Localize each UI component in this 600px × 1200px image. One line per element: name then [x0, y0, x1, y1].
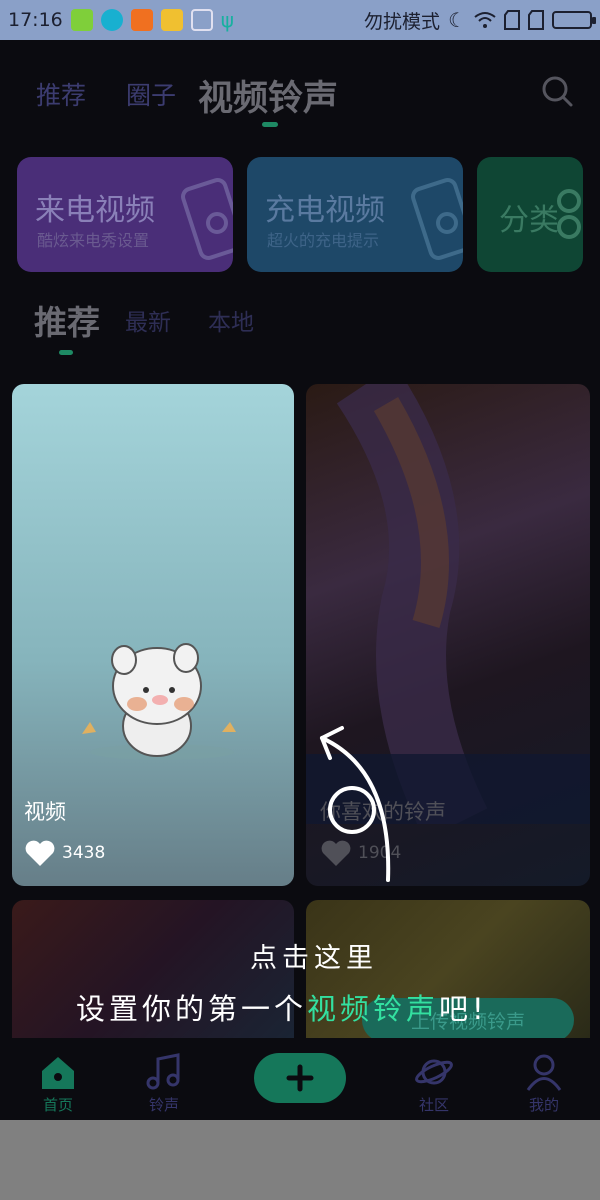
phone-film-icon	[181, 178, 233, 260]
usb-icon: ψ	[220, 8, 234, 32]
bottom-system-area	[0, 1120, 600, 1200]
tutorial-hint-line1: 点击这里	[250, 943, 378, 974]
tab-recommend[interactable]: 推荐	[36, 76, 86, 112]
bottom-nav: 首页 铃声 社区 我的	[0, 1038, 600, 1120]
subtab-latest[interactable]: 最新	[125, 303, 171, 337]
nav-community[interactable]: 社区	[394, 1038, 474, 1120]
warning-icon	[130, 9, 153, 31]
person-icon	[526, 1054, 562, 1091]
moon-icon: ☾	[448, 8, 466, 32]
dnd-mode-label: 勿扰模式	[364, 10, 441, 33]
heart-icon[interactable]	[24, 839, 56, 867]
folder-icon	[160, 9, 183, 31]
tab-active-indicator	[262, 122, 278, 127]
nav-home[interactable]: 首页	[18, 1038, 98, 1120]
category-incoming-call[interactable]: 来电视频 酷炫来电秀设置	[17, 157, 233, 272]
status-time: 17:16	[8, 9, 63, 31]
android-icon	[70, 9, 93, 31]
plus-icon	[286, 1064, 314, 1092]
broom-icon	[190, 9, 213, 31]
create-button[interactable]	[254, 1053, 346, 1103]
nav-home-label: 首页	[42, 1096, 73, 1114]
tab-video-ringtone[interactable]: 视频铃声	[198, 70, 338, 121]
hint-prefix: 设置你的第一个	[76, 992, 308, 1026]
music-note-icon	[146, 1053, 180, 1090]
search-icon[interactable]	[540, 74, 574, 108]
hint-highlight: 视频铃声	[307, 992, 440, 1026]
sim-icon	[504, 10, 520, 30]
like-count: 3438	[62, 843, 106, 863]
subtab-recommend[interactable]: 推荐	[34, 296, 100, 344]
category-title: 充电视频	[265, 193, 385, 228]
app-icon	[100, 9, 123, 31]
category-classify[interactable]: 分类	[477, 157, 583, 272]
nav-profile[interactable]: 我的	[504, 1038, 584, 1120]
nav-community-label: 社区	[418, 1096, 449, 1114]
nav-profile-label: 我的	[528, 1096, 559, 1114]
like-row: 3438	[24, 839, 105, 867]
subtab-active-indicator	[59, 350, 73, 355]
category-subtitle: 酷炫来电秀设置	[37, 231, 150, 250]
nav-ringtone-label: 铃声	[148, 1096, 179, 1114]
main-content: 推荐 圈子 视频铃声 来电视频 酷炫来电秀设置 充电视频 超火的充电提示 分类 …	[0, 40, 600, 1120]
subtab-local[interactable]: 本地	[208, 303, 254, 337]
category-title: 来电视频	[35, 193, 155, 228]
video-title: 视频	[24, 800, 66, 824]
planet-icon	[415, 1059, 453, 1085]
sim-icon	[528, 10, 544, 30]
tutorial-circle-icon	[328, 786, 376, 834]
video-card[interactable]: 视频 3438	[12, 384, 294, 886]
battery-icon	[552, 11, 596, 29]
category-subtitle: 超火的充电提示	[267, 231, 380, 250]
nav-ringtone[interactable]: 铃声	[124, 1038, 204, 1120]
app-root: 17:16 ψ 勿扰模式 ☾ 推荐 圈子 视频铃声 来电视频 酷炫来电秀设置 充…	[0, 0, 600, 1200]
tutorial-hint-line2: 设置你的第一个视频铃声吧!	[76, 986, 488, 1028]
home-icon	[42, 1057, 74, 1089]
top-nav: 推荐 圈子 视频铃声	[0, 40, 600, 140]
wifi-icon	[474, 12, 496, 28]
hint-suffix: 吧!	[439, 992, 488, 1026]
status-bar: 17:16 ψ 勿扰模式 ☾	[0, 0, 600, 40]
category-charging[interactable]: 充电视频 超火的充电提示	[247, 157, 463, 272]
tab-circle[interactable]: 圈子	[126, 76, 176, 112]
category-icon	[557, 189, 581, 239]
category-title: 分类	[499, 203, 559, 238]
cartoon-pig-image	[82, 643, 236, 760]
phone-film-icon	[411, 178, 463, 260]
